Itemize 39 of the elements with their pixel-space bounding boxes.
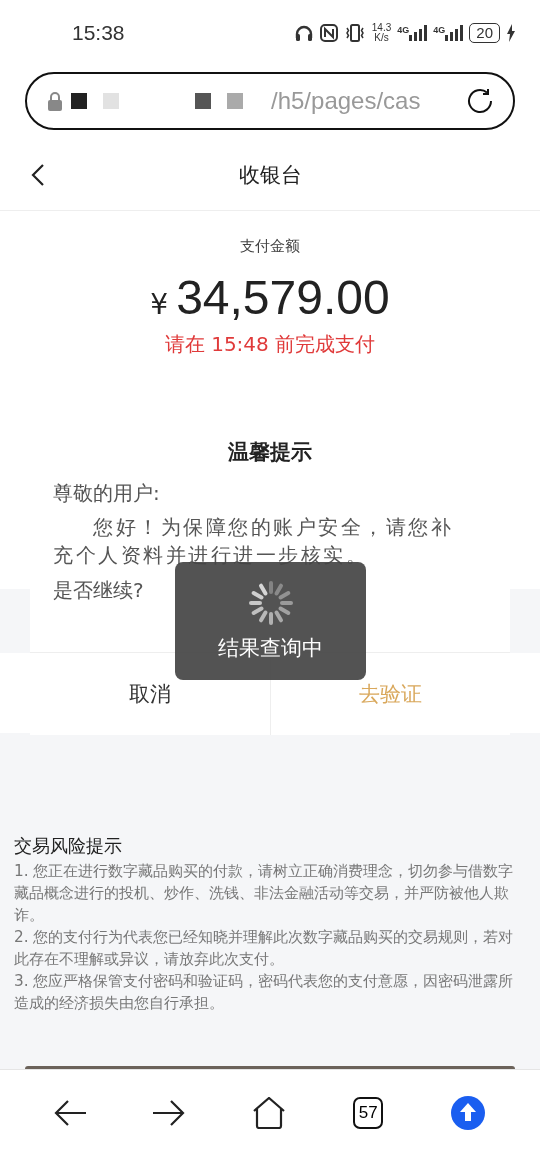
risk-title: 交易风险提示	[14, 834, 123, 858]
status-time: 15:38	[72, 20, 125, 45]
url-text: /h5/pages/cas	[271, 87, 422, 115]
redaction-mark	[103, 93, 119, 109]
back-arrow-icon[interactable]	[53, 1098, 86, 1127]
amount-label: 支付金额	[240, 237, 300, 256]
redaction-mark	[227, 93, 243, 109]
vibrate-icon	[343, 23, 366, 42]
risk-item: 2. 您的支付行为代表您已经知晓并理解此次数字藏品购买的交易规则，若对此存在不理解或异议，请放弃此次支付。	[14, 927, 515, 970]
network-type: 4G	[433, 24, 446, 35]
forward-arrow-icon[interactable]	[152, 1098, 185, 1127]
back-icon[interactable]	[31, 163, 45, 187]
signal-icon	[409, 24, 428, 41]
network-speed: 14.3	[371, 22, 392, 33]
battery-indicator: 20	[469, 22, 500, 43]
dialog-question: 是否继续?	[53, 577, 144, 604]
network-type: 4G	[397, 24, 410, 35]
page-title: 收银台	[238, 162, 302, 189]
upload-icon[interactable]	[450, 1094, 487, 1131]
headphones-icon	[293, 23, 314, 42]
currency-symbol: ¥	[150, 288, 169, 321]
risk-item: 1. 您正在进行数字藏品购买的付款，请树立正确消费理念，切勿参与借数字藏品概念进行的投机、炒作、洗钱、非法金融活动等交易，并严防被他人欺诈。	[14, 861, 515, 926]
spinner-icon	[247, 580, 294, 626]
speed-unit: K/s	[374, 32, 389, 43]
charging-icon	[506, 23, 516, 42]
reload-icon[interactable]	[465, 86, 495, 116]
dialog-title: 温馨提示	[227, 439, 313, 466]
redaction-mark	[195, 93, 211, 109]
signal-icon	[445, 24, 464, 41]
dialog-greeting: 尊敬的用户:	[53, 480, 161, 507]
risk-item: 3. 您应严格保管支付密码和验证码，密码代表您的支付意愿，因密码泄露所造成的经济损失由您自行承担。	[14, 971, 515, 1014]
payment-amount: 34,579.00	[176, 270, 390, 325]
redaction-mark	[71, 93, 87, 109]
payment-deadline: 请在 15:48 前完成支付	[164, 331, 376, 358]
home-icon[interactable]	[251, 1096, 286, 1129]
nfc-icon	[319, 23, 338, 42]
dialog-message: 您好！为保障您的账户安全，请您补充个人资料并进行进一步核实。	[53, 514, 454, 569]
lock-icon	[47, 91, 63, 111]
tab-count-button[interactable]: 57	[353, 1096, 384, 1129]
